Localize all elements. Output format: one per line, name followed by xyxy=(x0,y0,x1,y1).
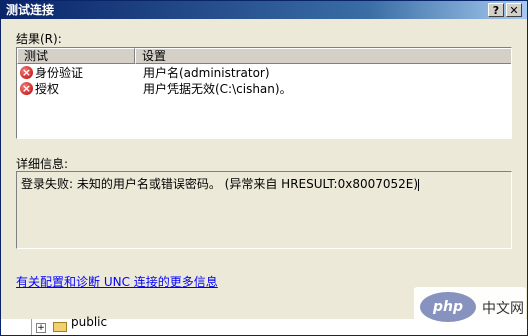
list-row[interactable]: × 授权 用户凭据无效(C:\cishan)。 xyxy=(17,81,511,97)
details-text: 登录失败: 未知的用户名或错误密码。 (异常来自 HRESULT:0x80070… xyxy=(21,177,419,191)
details-textbox[interactable]: 登录失败: 未知的用户名或错误密码。 (异常来自 HRESULT:0x80070… xyxy=(16,171,512,249)
results-list[interactable]: 测试 设置 × 身份验证 用户名(administrator) × 授权 用户凭… xyxy=(16,47,512,139)
title-bar: 测试连接 ? ✕ xyxy=(1,1,527,19)
column-header-test[interactable]: 测试 xyxy=(17,48,135,64)
test-connection-dialog: 测试连接 ? ✕ 结果(R): 测试 设置 × 身份验证 用户名(adminis… xyxy=(0,0,528,336)
test-name: 授权 xyxy=(35,82,60,96)
text-caret xyxy=(418,178,420,191)
test-setting: 用户凭据无效(C:\cishan)。 xyxy=(143,82,292,96)
tree-item-label[interactable]: public xyxy=(71,315,107,329)
close-button[interactable]: ✕ xyxy=(506,3,522,17)
dialog-title: 测试连接 xyxy=(6,3,55,17)
expand-icon[interactable]: + xyxy=(36,323,46,333)
watermark-text: 中文网 xyxy=(482,301,524,317)
tree-line xyxy=(31,319,32,335)
results-label: 结果(R): xyxy=(16,32,62,46)
test-name: 身份验证 xyxy=(35,66,84,80)
folder-icon xyxy=(53,322,67,332)
error-icon: × xyxy=(20,82,33,95)
watermark: php 中文网 xyxy=(414,287,526,327)
help-button[interactable]: ? xyxy=(488,3,504,17)
details-label: 详细信息: xyxy=(16,157,69,171)
list-row[interactable]: × 身份验证 用户名(administrator) xyxy=(17,65,511,81)
close-icon: ✕ xyxy=(509,4,519,17)
php-logo: php xyxy=(420,292,476,322)
help-icon: ? xyxy=(492,4,500,17)
list-header: 测试 设置 xyxy=(17,48,511,64)
column-header-setting[interactable]: 设置 xyxy=(135,48,511,64)
error-icon: × xyxy=(20,66,33,79)
test-setting: 用户名(administrator) xyxy=(143,66,270,80)
more-info-link[interactable]: 有关配置和诊断 UNC 连接的更多信息 xyxy=(16,273,218,290)
